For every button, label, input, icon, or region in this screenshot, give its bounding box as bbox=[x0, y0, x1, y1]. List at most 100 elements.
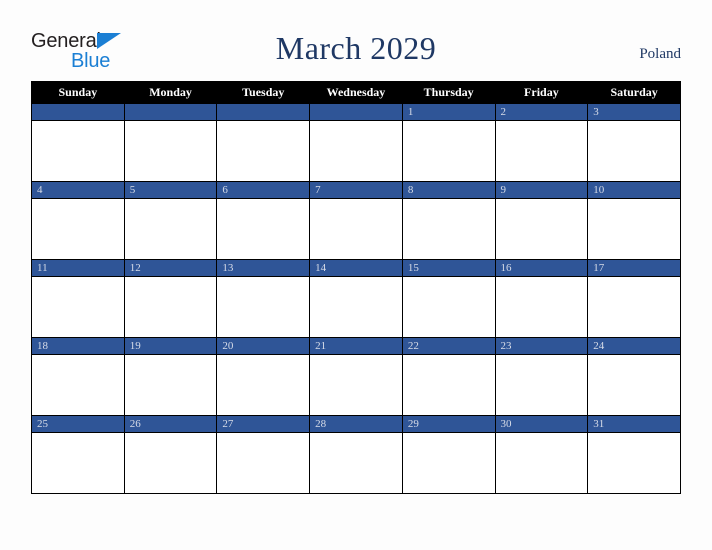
day-number: 10 bbox=[588, 182, 680, 199]
day-events-area[interactable] bbox=[32, 121, 124, 181]
day-events-area[interactable] bbox=[125, 277, 217, 337]
calendar-day-cell[interactable]: 22 bbox=[401, 337, 496, 416]
calendar-day-cell[interactable]: 19 bbox=[123, 337, 218, 416]
calendar-day-cell[interactable]: 11 bbox=[31, 259, 125, 338]
day-number: 9 bbox=[495, 182, 588, 199]
day-events-area[interactable] bbox=[588, 433, 680, 493]
calendar-day-cell[interactable]: 31 bbox=[587, 415, 681, 494]
calendar-day-cell[interactable]: 23 bbox=[494, 337, 589, 416]
weekday-header-wednesday: Wednesday bbox=[309, 81, 403, 104]
day-events-area[interactable] bbox=[217, 433, 309, 493]
calendar-day-cell[interactable]: 20 bbox=[216, 337, 311, 416]
calendar-day-cell[interactable]: 17 bbox=[587, 259, 681, 338]
page-title: March 2029 bbox=[275, 30, 437, 66]
day-events-area[interactable] bbox=[125, 199, 217, 259]
day-number bbox=[217, 104, 310, 121]
day-events-area[interactable] bbox=[403, 121, 495, 181]
calendar-day-cell[interactable]: 3 bbox=[587, 103, 681, 182]
calendar-day-cell[interactable]: 8 bbox=[401, 181, 496, 260]
day-events-area[interactable] bbox=[403, 355, 495, 415]
calendar-week-row: 18 19 20 21 22 23 24 bbox=[31, 337, 681, 416]
day-number: 13 bbox=[217, 260, 310, 277]
day-number: 6 bbox=[217, 182, 310, 199]
day-number bbox=[32, 104, 124, 121]
calendar-day-cell[interactable]: 4 bbox=[31, 181, 125, 260]
calendar-day-cell[interactable]: 5 bbox=[123, 181, 218, 260]
page-header: General Blue March 2029 Poland bbox=[0, 0, 712, 78]
day-events-area[interactable] bbox=[125, 433, 217, 493]
day-events-area[interactable] bbox=[32, 199, 124, 259]
weekday-header-tuesday: Tuesday bbox=[216, 81, 311, 104]
day-events-area[interactable] bbox=[496, 277, 588, 337]
day-events-area[interactable] bbox=[217, 121, 309, 181]
day-events-area[interactable] bbox=[588, 277, 680, 337]
calendar-day-cell[interactable]: 1 bbox=[401, 103, 496, 182]
calendar-day-cell[interactable]: 29 bbox=[401, 415, 496, 494]
calendar-day-cell[interactable]: 24 bbox=[587, 337, 681, 416]
calendar-day-cell[interactable]: 27 bbox=[216, 415, 311, 494]
day-number: 25 bbox=[32, 416, 124, 433]
weekday-header-monday: Monday bbox=[123, 81, 218, 104]
day-events-area[interactable] bbox=[217, 277, 309, 337]
day-events-area[interactable] bbox=[32, 355, 124, 415]
day-number bbox=[310, 104, 402, 121]
calendar-day-cell[interactable]: 10 bbox=[587, 181, 681, 260]
calendar-day-cell[interactable]: 7 bbox=[309, 181, 403, 260]
calendar-day-cell[interactable] bbox=[123, 103, 218, 182]
day-events-area[interactable] bbox=[310, 355, 402, 415]
calendar-day-cell[interactable]: 12 bbox=[123, 259, 218, 338]
day-number: 14 bbox=[310, 260, 402, 277]
day-events-area[interactable] bbox=[588, 355, 680, 415]
calendar-day-cell[interactable]: 18 bbox=[31, 337, 125, 416]
day-events-area[interactable] bbox=[403, 433, 495, 493]
day-number: 28 bbox=[310, 416, 402, 433]
day-events-area[interactable] bbox=[310, 277, 402, 337]
calendar-day-cell[interactable]: 13 bbox=[216, 259, 311, 338]
country-label: Poland bbox=[639, 46, 681, 62]
calendar-day-cell[interactable] bbox=[309, 103, 403, 182]
calendar-week-row: 1 2 3 bbox=[31, 103, 681, 182]
day-events-area[interactable] bbox=[588, 121, 680, 181]
day-events-area[interactable] bbox=[496, 355, 588, 415]
weekday-header-friday: Friday bbox=[494, 81, 589, 104]
calendar-day-cell[interactable]: 26 bbox=[123, 415, 218, 494]
calendar-day-cell[interactable]: 16 bbox=[494, 259, 589, 338]
day-number: 26 bbox=[124, 416, 217, 433]
calendar-day-cell[interactable] bbox=[31, 103, 125, 182]
calendar-day-cell[interactable]: 9 bbox=[494, 181, 589, 260]
calendar-day-cell[interactable]: 15 bbox=[401, 259, 496, 338]
day-events-area[interactable] bbox=[32, 277, 124, 337]
day-number: 17 bbox=[588, 260, 680, 277]
calendar-day-cell[interactable]: 14 bbox=[309, 259, 403, 338]
day-events-area[interactable] bbox=[125, 355, 217, 415]
day-events-area[interactable] bbox=[310, 199, 402, 259]
calendar-day-cell[interactable]: 30 bbox=[494, 415, 589, 494]
day-events-area[interactable] bbox=[217, 199, 309, 259]
day-number: 11 bbox=[32, 260, 124, 277]
day-events-area[interactable] bbox=[125, 121, 217, 181]
day-number: 18 bbox=[32, 338, 124, 355]
day-number: 27 bbox=[217, 416, 310, 433]
day-number: 15 bbox=[402, 260, 495, 277]
day-events-area[interactable] bbox=[403, 277, 495, 337]
calendar-day-cell[interactable]: 21 bbox=[309, 337, 403, 416]
calendar-day-cell[interactable]: 25 bbox=[31, 415, 125, 494]
day-number: 19 bbox=[124, 338, 217, 355]
day-events-area[interactable] bbox=[32, 433, 124, 493]
calendar-day-cell[interactable]: 2 bbox=[494, 103, 589, 182]
calendar-day-cell[interactable] bbox=[216, 103, 311, 182]
day-number: 4 bbox=[32, 182, 124, 199]
day-events-area[interactable] bbox=[310, 433, 402, 493]
weekday-header-thursday: Thursday bbox=[401, 81, 496, 104]
calendar-day-cell[interactable]: 6 bbox=[216, 181, 311, 260]
day-events-area[interactable] bbox=[588, 199, 680, 259]
calendar-day-cell[interactable]: 28 bbox=[309, 415, 403, 494]
day-events-area[interactable] bbox=[310, 121, 402, 181]
weekday-header-saturday: Saturday bbox=[587, 81, 681, 104]
day-events-area[interactable] bbox=[496, 121, 588, 181]
day-events-area[interactable] bbox=[496, 433, 588, 493]
day-events-area[interactable] bbox=[496, 199, 588, 259]
day-events-area[interactable] bbox=[217, 355, 309, 415]
day-number: 16 bbox=[495, 260, 588, 277]
day-events-area[interactable] bbox=[403, 199, 495, 259]
